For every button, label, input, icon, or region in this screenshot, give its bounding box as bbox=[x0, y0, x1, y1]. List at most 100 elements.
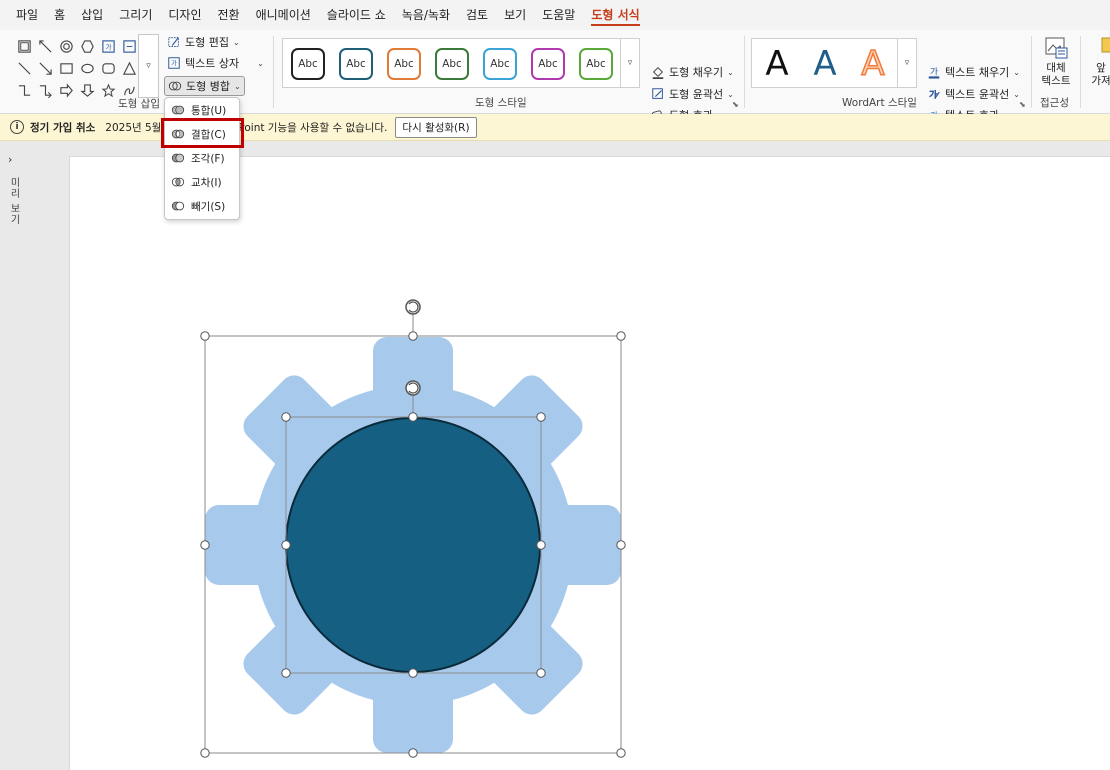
bring-forward-label-2: 가져 bbox=[1091, 75, 1110, 87]
tab-transitions[interactable]: 전환 bbox=[209, 0, 247, 30]
merge-shapes-icon bbox=[168, 81, 182, 91]
tab-file[interactable]: 파일 bbox=[8, 0, 46, 30]
oval-shape-icon[interactable] bbox=[77, 57, 98, 79]
line-arrow-shape-icon[interactable] bbox=[35, 35, 56, 57]
group-separator bbox=[744, 36, 745, 108]
fragment-icon bbox=[171, 153, 185, 163]
shape-style-swatch[interactable]: Abc bbox=[435, 48, 469, 80]
tab-home[interactable]: 홈 bbox=[46, 0, 73, 30]
shape-style-swatch[interactable]: Abc bbox=[483, 48, 517, 80]
merge-shapes-menu: 통합(U) 결합(C) 조각(F) 교차(I) 빼기(S) bbox=[164, 97, 240, 220]
shape-fill-label: 도형 채우기 bbox=[669, 66, 724, 79]
reactivate-button[interactable]: 다시 활성화(R) bbox=[395, 116, 477, 138]
tab-insert[interactable]: 삽입 bbox=[73, 0, 111, 30]
insert-shapes-group-label: 도형 삽입 bbox=[118, 98, 160, 110]
merge-shapes-button[interactable]: 도형 병합 ⌄ bbox=[164, 76, 245, 96]
down-arrow-shape-icon[interactable] bbox=[77, 79, 98, 101]
notice-title: 정기 가입 취소 bbox=[30, 121, 96, 134]
tab-slideshow[interactable]: 슬라이드 쇼 bbox=[319, 0, 394, 30]
tab-shape-format[interactable]: 도형 서식 bbox=[583, 0, 647, 30]
line-shape-icon[interactable] bbox=[14, 57, 35, 79]
elbow-arrow-shape-icon[interactable] bbox=[35, 79, 56, 101]
tab-view[interactable]: 보기 bbox=[496, 0, 534, 30]
merge-subtract-item[interactable]: 빼기(S) bbox=[171, 196, 237, 216]
tab-record[interactable]: 녹음/녹화 bbox=[394, 0, 458, 30]
accessibility-group-label: 접근성 bbox=[1040, 97, 1069, 109]
slide[interactable] bbox=[70, 157, 1110, 770]
chevron-down-icon: ⌄ bbox=[233, 81, 241, 91]
rectangle-shape-icon[interactable] bbox=[14, 35, 35, 57]
thumbnail-pane-collapsed: › 미리 보기 bbox=[0, 141, 30, 770]
chevron-down-icon: ⌄ bbox=[232, 37, 240, 47]
alt-text-label-2: 텍스트 bbox=[1041, 75, 1071, 87]
gear-rotate-handle-icon[interactable] bbox=[405, 299, 421, 315]
tab-design[interactable]: 디자인 bbox=[160, 0, 209, 30]
shape-style-swatch[interactable]: Abc bbox=[339, 48, 373, 80]
elbow-connector-shape-icon[interactable] bbox=[14, 79, 35, 101]
circle-rotate-handle-icon[interactable] bbox=[405, 380, 421, 396]
text-fill-button[interactable]: 가 텍스트 채우기 ⌄ bbox=[924, 62, 1023, 82]
shape-style-swatch[interactable]: Abc bbox=[531, 48, 565, 80]
shapes-more-button[interactable]: ▿ bbox=[138, 34, 159, 98]
textbox-shape-icon[interactable] bbox=[119, 35, 140, 57]
wordart-dialog-launcher-icon[interactable]: ⬊ bbox=[1019, 100, 1028, 109]
text-box-button[interactable]: 가 텍스트 상자 ⌄ bbox=[164, 53, 267, 73]
powerpoint-window: 파일 홈 삽입 그리기 디자인 전환 애니메이션 슬라이드 쇼 녹음/녹화 검토… bbox=[0, 0, 1110, 770]
group-separator bbox=[1080, 36, 1081, 108]
rect-outline-shape-icon[interactable] bbox=[56, 57, 77, 79]
donut-shape-icon[interactable] bbox=[56, 35, 77, 57]
text-fill-icon: 가 bbox=[928, 67, 940, 79]
chevron-down-icon: ⌄ bbox=[727, 89, 734, 99]
shape-outline-button[interactable]: 도형 윤곽선 ⌄ bbox=[648, 84, 737, 104]
merge-union-item[interactable]: 통합(U) bbox=[171, 100, 237, 120]
shape-styles-gallery: Abc Abc Abc Abc Abc Abc Abc ▿ bbox=[282, 38, 640, 88]
edit-shape-icon bbox=[168, 37, 179, 47]
wordart-style-swatch[interactable]: A bbox=[754, 43, 800, 85]
expand-pane-chevron-icon[interactable]: › bbox=[8, 153, 12, 166]
svg-text:가: 가 bbox=[105, 42, 111, 51]
shape-styles-dialog-launcher-icon[interactable]: ⬊ bbox=[732, 100, 741, 109]
intersect-icon bbox=[171, 177, 185, 187]
alt-text-button[interactable]: 대체 텍스트 bbox=[1038, 36, 1074, 88]
rounded-rect-shape-icon[interactable] bbox=[98, 57, 119, 79]
wordart-style-swatch[interactable]: A bbox=[802, 43, 848, 85]
triangle-shape-icon[interactable] bbox=[119, 57, 140, 79]
group-separator bbox=[1031, 36, 1032, 108]
menu-bar: 파일 홈 삽입 그리기 디자인 전환 애니메이션 슬라이드 쇼 녹음/녹화 검토… bbox=[0, 0, 1110, 30]
tab-help[interactable]: 도움말 bbox=[534, 0, 583, 30]
shape-style-swatch[interactable]: Abc bbox=[291, 48, 325, 80]
union-icon bbox=[171, 105, 185, 115]
shape-style-swatch[interactable]: Abc bbox=[579, 48, 613, 80]
svg-text:가: 가 bbox=[930, 67, 938, 78]
wordart-more-button[interactable]: ▿ bbox=[897, 39, 916, 87]
hexagon-shape-icon[interactable] bbox=[77, 35, 98, 57]
gear-shape[interactable] bbox=[200, 299, 626, 758]
wordart-style-swatch[interactable]: A bbox=[850, 43, 896, 85]
star-shape-icon[interactable] bbox=[98, 79, 119, 101]
merge-intersect-item[interactable]: 교차(I) bbox=[171, 172, 237, 192]
shape-style-swatch[interactable]: Abc bbox=[387, 48, 421, 80]
text-box-label: 텍스트 상자 bbox=[185, 57, 240, 70]
merge-fragment-item[interactable]: 조각(F) bbox=[171, 148, 237, 168]
bring-forward-button[interactable]: 앞 가져 bbox=[1086, 36, 1110, 88]
vertical-textbox-shape-icon[interactable]: 가 bbox=[98, 35, 119, 57]
right-arrow-shape-icon[interactable] bbox=[56, 79, 77, 101]
tab-animations[interactable]: 애니메이션 bbox=[248, 0, 319, 30]
merge-shapes-label: 도형 병합 bbox=[186, 80, 230, 93]
info-icon: i bbox=[10, 120, 24, 134]
tab-review[interactable]: 검토 bbox=[458, 0, 496, 30]
shape-styles-group-label: 도형 스타일 bbox=[475, 97, 527, 109]
shape-styles-more-button[interactable]: ▿ bbox=[620, 39, 639, 87]
text-outline-button[interactable]: 가 텍스트 윤곽선 ⌄ bbox=[924, 84, 1023, 104]
merge-fragment-label: 조각(F) bbox=[191, 152, 225, 165]
arrow-line-shape-icon[interactable] bbox=[35, 57, 56, 79]
annotation-highlight-box bbox=[161, 118, 244, 148]
thumbnails-label[interactable]: 미리 보기 bbox=[6, 177, 21, 225]
svg-text:가: 가 bbox=[929, 90, 937, 101]
shape-outline-label: 도형 윤곽선 bbox=[669, 88, 724, 101]
edit-shape-button[interactable]: 도형 편집 ⌄ bbox=[164, 32, 243, 52]
shape-fill-button[interactable]: 도형 채우기 ⌄ bbox=[648, 62, 737, 82]
inner-circle-shape[interactable] bbox=[285, 417, 541, 673]
wordart-group-label: WordArt 스타일 bbox=[842, 97, 917, 109]
tab-draw[interactable]: 그리기 bbox=[111, 0, 160, 30]
